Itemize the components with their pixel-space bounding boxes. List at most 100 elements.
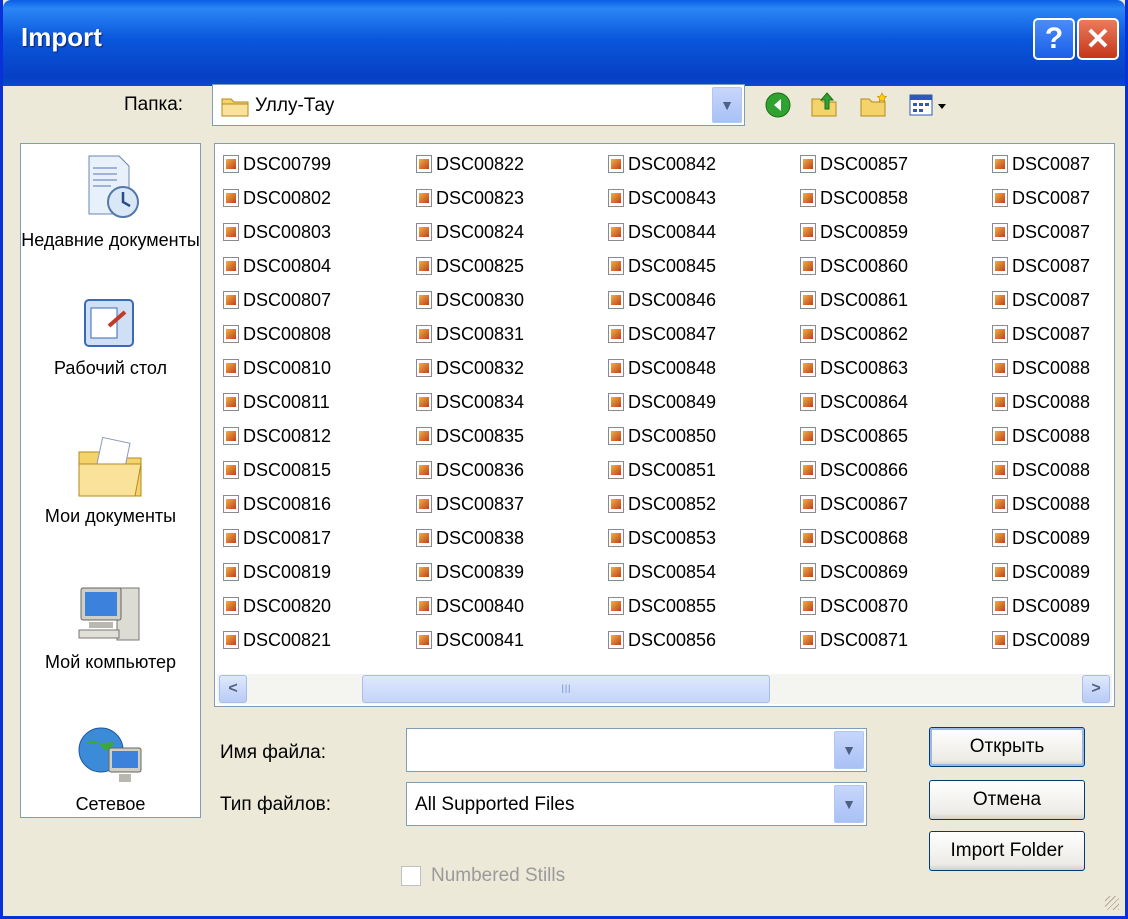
file-item[interactable]: DSC00870: [800, 592, 908, 620]
up-folder-icon[interactable]: [809, 90, 839, 120]
file-item[interactable]: DSC00851: [608, 456, 716, 484]
file-item[interactable]: DSC00836: [416, 456, 524, 484]
file-item[interactable]: DSC00856: [608, 626, 716, 654]
back-icon[interactable]: [763, 90, 793, 120]
file-item[interactable]: DSC00841: [416, 626, 524, 654]
chevron-down-icon[interactable]: ▼: [712, 87, 742, 123]
numbered-stills-checkbox[interactable]: [401, 866, 421, 886]
file-item[interactable]: DSC00854: [608, 558, 716, 586]
file-item[interactable]: DSC00815: [223, 456, 331, 484]
place-my-computer[interactable]: Мой компьютер: [21, 582, 200, 674]
file-item[interactable]: DSC0089: [992, 626, 1090, 654]
place-network[interactable]: Сетевое: [21, 724, 200, 816]
chevron-down-icon[interactable]: ▼: [834, 785, 864, 823]
file-item[interactable]: DSC00808: [223, 320, 331, 348]
file-item[interactable]: DSC00816: [223, 490, 331, 518]
file-item[interactable]: DSC0089: [992, 592, 1090, 620]
file-item[interactable]: DSC0087: [992, 150, 1090, 178]
open-button[interactable]: Открыть: [929, 727, 1085, 767]
file-item[interactable]: DSC00838: [416, 524, 524, 552]
file-item[interactable]: DSC00820: [223, 592, 331, 620]
file-item[interactable]: DSC00843: [608, 184, 716, 212]
file-item[interactable]: DSC0089: [992, 524, 1090, 552]
filename-input[interactable]: ▼: [406, 728, 867, 772]
scroll-left-button[interactable]: <: [219, 675, 247, 703]
file-item[interactable]: DSC0089: [992, 558, 1090, 586]
file-item[interactable]: DSC0088: [992, 456, 1090, 484]
file-item[interactable]: DSC0087: [992, 184, 1090, 212]
file-item[interactable]: DSC00862: [800, 320, 908, 348]
place-recent[interactable]: Недавние документы: [21, 154, 200, 252]
file-item[interactable]: DSC00840: [416, 592, 524, 620]
file-item[interactable]: DSC00807: [223, 286, 331, 314]
file-item[interactable]: DSC00845: [608, 252, 716, 280]
file-item[interactable]: DSC00822: [416, 150, 524, 178]
file-item[interactable]: DSC0088: [992, 422, 1090, 450]
file-item[interactable]: DSC00855: [608, 592, 716, 620]
file-item[interactable]: DSC00842: [608, 150, 716, 178]
file-item[interactable]: DSC00803: [223, 218, 331, 246]
resize-grip-icon[interactable]: [1105, 896, 1119, 910]
file-item[interactable]: DSC0088: [992, 490, 1090, 518]
file-item[interactable]: DSC00864: [800, 388, 908, 416]
file-item[interactable]: DSC00799: [223, 150, 331, 178]
file-item[interactable]: DSC00802: [223, 184, 331, 212]
chevron-down-icon[interactable]: ▼: [834, 731, 864, 769]
file-item[interactable]: DSC00817: [223, 524, 331, 552]
scroll-thumb[interactable]: III: [362, 675, 770, 703]
file-item[interactable]: DSC00861: [800, 286, 908, 314]
file-item[interactable]: DSC00868: [800, 524, 908, 552]
folder-select[interactable]: Уллу-Тау ▼: [212, 84, 745, 126]
file-item[interactable]: DSC00821: [223, 626, 331, 654]
file-item[interactable]: DSC00839: [416, 558, 524, 586]
file-item[interactable]: DSC00848: [608, 354, 716, 382]
file-item[interactable]: DSC00853: [608, 524, 716, 552]
file-item[interactable]: DSC00866: [800, 456, 908, 484]
file-item[interactable]: DSC00824: [416, 218, 524, 246]
cancel-button[interactable]: Отмена: [929, 780, 1085, 820]
file-item[interactable]: DSC00834: [416, 388, 524, 416]
file-item[interactable]: DSC00865: [800, 422, 908, 450]
file-item[interactable]: DSC00812: [223, 422, 331, 450]
file-item[interactable]: DSC00846: [608, 286, 716, 314]
scroll-right-button[interactable]: >: [1082, 675, 1110, 703]
file-item[interactable]: DSC00837: [416, 490, 524, 518]
file-item[interactable]: DSC0087: [992, 320, 1090, 348]
file-item[interactable]: DSC00860: [800, 252, 908, 280]
file-item[interactable]: DSC00869: [800, 558, 908, 586]
close-button[interactable]: ✕: [1077, 18, 1119, 60]
file-item[interactable]: DSC00835: [416, 422, 524, 450]
file-item[interactable]: DSC00867: [800, 490, 908, 518]
file-item[interactable]: DSC00811: [223, 388, 330, 416]
file-item[interactable]: DSC00852: [608, 490, 716, 518]
file-item[interactable]: DSC00863: [800, 354, 908, 382]
file-item[interactable]: DSC0087: [992, 252, 1090, 280]
file-item[interactable]: DSC00857: [800, 150, 908, 178]
horizontal-scrollbar[interactable]: < III >: [217, 674, 1112, 704]
file-list[interactable]: DSC00799 DSC00802 DSC00803 DSC00804 DSC00807…: [214, 143, 1115, 707]
file-item[interactable]: DSC00832: [416, 354, 524, 382]
file-item[interactable]: DSC00819: [223, 558, 331, 586]
file-item[interactable]: DSC00825: [416, 252, 524, 280]
file-item[interactable]: DSC00850: [608, 422, 716, 450]
filetype-select[interactable]: All Supported Files ▼: [406, 782, 867, 826]
file-item[interactable]: DSC0087: [992, 286, 1090, 314]
file-item[interactable]: DSC00859: [800, 218, 908, 246]
view-menu-icon[interactable]: [905, 90, 955, 120]
import-folder-button[interactable]: Import Folder: [929, 831, 1085, 871]
file-item[interactable]: DSC0088: [992, 388, 1090, 416]
new-folder-icon[interactable]: [859, 90, 889, 120]
file-item[interactable]: DSC00847: [608, 320, 716, 348]
help-button[interactable]: ?: [1033, 18, 1075, 60]
title-bar[interactable]: Import ? ✕: [3, 0, 1125, 86]
file-item[interactable]: DSC00858: [800, 184, 908, 212]
file-item[interactable]: DSC0087: [992, 218, 1090, 246]
file-item[interactable]: DSC00871: [800, 626, 908, 654]
file-item[interactable]: DSC00810: [223, 354, 331, 382]
file-item[interactable]: DSC00849: [608, 388, 716, 416]
place-my-documents[interactable]: Мои документы: [21, 436, 200, 528]
place-desktop[interactable]: Рабочий стол: [21, 296, 200, 380]
file-item[interactable]: DSC00804: [223, 252, 331, 280]
file-item[interactable]: DSC00823: [416, 184, 524, 212]
file-item[interactable]: DSC00831: [416, 320, 524, 348]
